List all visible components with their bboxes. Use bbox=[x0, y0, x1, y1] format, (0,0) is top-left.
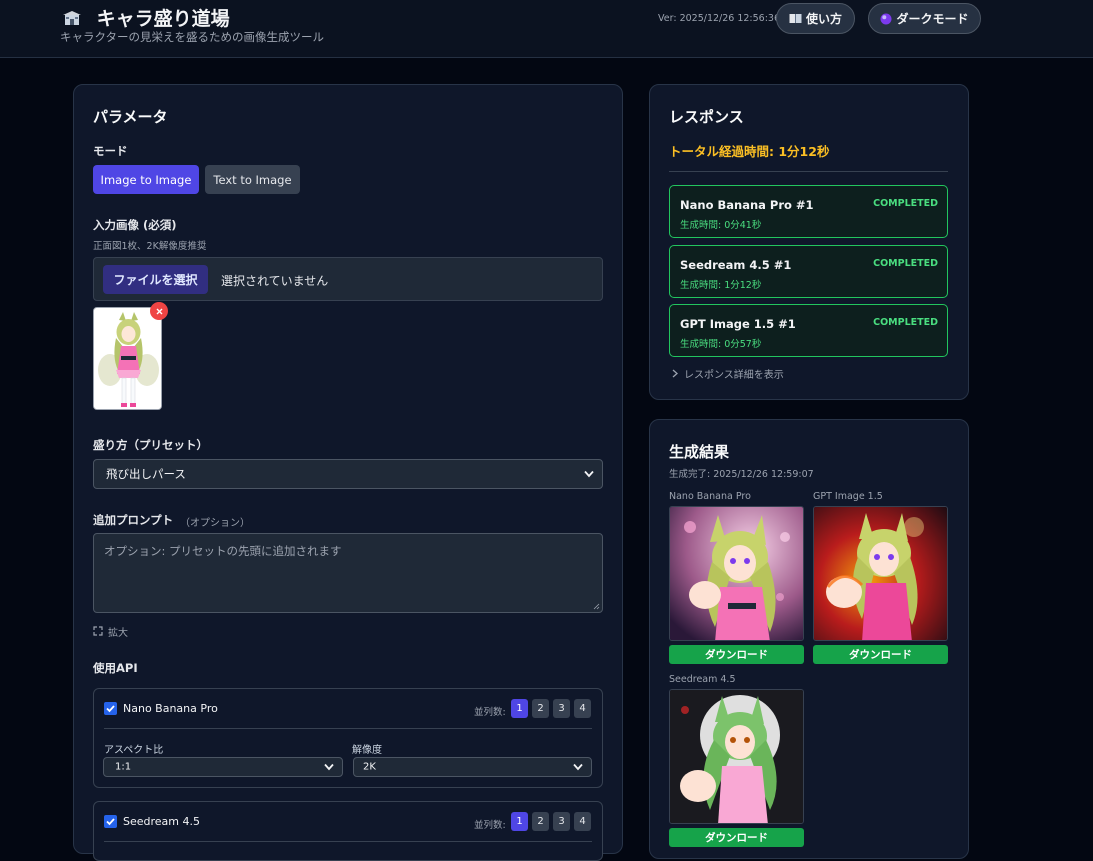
expand-label: 拡大 bbox=[108, 627, 128, 639]
preset-selected-value: 飛び出しパース bbox=[106, 467, 186, 481]
api-checkbox-seedream[interactable] bbox=[104, 815, 117, 828]
api-card-seedream: Seedream 4.5 並列数: 1 2 3 4 bbox=[93, 801, 603, 861]
response-item-name: Seedream 4.5 #1 bbox=[680, 258, 792, 272]
status-badge: COMPLETED bbox=[873, 258, 938, 269]
parallel-option-4[interactable]: 4 bbox=[574, 699, 591, 718]
input-image-thumbnail bbox=[93, 307, 162, 410]
api-checkbox-nano-banana[interactable] bbox=[104, 702, 117, 715]
character-thumbnail-image bbox=[94, 308, 161, 409]
api-name: Seedream 4.5 bbox=[123, 815, 200, 828]
input-image-hint: 正面図1枚、2K解像度推奨 bbox=[93, 241, 207, 252]
api-label: 使用API bbox=[93, 661, 138, 675]
response-item-time: 生成時間: 1分12秒 bbox=[680, 280, 762, 291]
response-item: Nano Banana Pro #1 COMPLETED 生成時間: 0分41秒 bbox=[669, 185, 948, 238]
result-image-gpt-image[interactable] bbox=[813, 506, 948, 641]
parallel-label: 並列数: bbox=[474, 707, 506, 718]
response-item-name: GPT Image 1.5 #1 bbox=[680, 317, 796, 331]
aspect-value: 1:1 bbox=[115, 761, 132, 773]
results-heading: 生成結果 bbox=[669, 443, 730, 461]
divider bbox=[104, 728, 592, 729]
checkmark-icon bbox=[106, 818, 115, 826]
generated-image bbox=[670, 690, 803, 823]
input-image-label: 入力画像 (必須) bbox=[93, 218, 177, 232]
dark-mode-button[interactable]: ダークモード bbox=[868, 3, 981, 34]
close-icon bbox=[156, 308, 162, 314]
version-text: Ver: 2025/12/26 12:56:36 bbox=[658, 13, 781, 24]
response-item-time: 生成時間: 0分41秒 bbox=[680, 220, 762, 231]
mode-label: モード bbox=[93, 144, 128, 158]
prompt-textarea[interactable]: オプション: プリセットの先頭に追加されます bbox=[93, 533, 603, 613]
parallel-option-1[interactable]: 1 bbox=[511, 699, 528, 718]
aspect-label: アスペクト比 bbox=[104, 745, 164, 756]
chevron-right-icon bbox=[672, 369, 678, 378]
parameters-heading: パラメータ bbox=[93, 108, 168, 126]
download-button[interactable]: ダウンロード bbox=[669, 828, 804, 847]
preset-select[interactable]: 飛び出しパース bbox=[93, 459, 603, 489]
response-details-label: レスポンス詳細を表示 bbox=[684, 370, 784, 381]
parallel-option-4[interactable]: 4 bbox=[574, 812, 591, 831]
book-icon bbox=[789, 14, 802, 23]
resolution-select[interactable]: 2K bbox=[353, 757, 592, 777]
resolution-label: 解像度 bbox=[352, 745, 382, 756]
parallel-option-2[interactable]: 2 bbox=[532, 812, 549, 831]
choose-file-button[interactable]: ファイルを選択 bbox=[103, 265, 208, 294]
api-name: Nano Banana Pro bbox=[123, 702, 218, 715]
response-item-time: 生成時間: 0分57秒 bbox=[680, 339, 762, 350]
response-heading: レスポンス bbox=[669, 108, 744, 126]
status-badge: COMPLETED bbox=[873, 198, 938, 209]
chevron-down-icon bbox=[584, 470, 594, 478]
parallel-option-3[interactable]: 3 bbox=[553, 812, 570, 831]
parallel-option-1[interactable]: 1 bbox=[511, 812, 528, 831]
result-image-nano-banana[interactable] bbox=[669, 506, 804, 641]
aspect-select[interactable]: 1:1 bbox=[103, 757, 343, 777]
dojo-building-icon bbox=[63, 11, 81, 25]
mode-text-to-image-button[interactable]: Text to Image bbox=[205, 165, 300, 194]
api-card-nano-banana: Nano Banana Pro 並列数: 1 2 3 4 アスペクト比 1:1 … bbox=[93, 688, 603, 788]
divider bbox=[669, 171, 948, 172]
prompt-label: 追加プロンプト bbox=[93, 513, 174, 527]
file-status: 選択されていません bbox=[221, 274, 329, 288]
generated-image bbox=[814, 507, 947, 640]
file-input[interactable]: ファイルを選択 選択されていません bbox=[93, 257, 603, 301]
download-button[interactable]: ダウンロード bbox=[813, 645, 948, 664]
chevron-down-icon bbox=[573, 763, 583, 771]
parallel-option-3[interactable]: 3 bbox=[553, 699, 570, 718]
app-title-wrap: キャラ盛り道場 bbox=[62, 4, 230, 31]
response-details-toggle[interactable]: レスポンス詳細を表示 bbox=[672, 367, 784, 381]
response-item: Seedream 4.5 #1 COMPLETED 生成時間: 1分12秒 bbox=[669, 245, 948, 298]
generated-image bbox=[670, 507, 803, 640]
app-subtitle: キャラクターの見栄えを盛るための画像生成ツール bbox=[60, 30, 325, 44]
mode-image-to-image-button[interactable]: Image to Image bbox=[93, 165, 199, 194]
response-item-name: Nano Banana Pro #1 bbox=[680, 198, 814, 212]
result-label: GPT Image 1.5 bbox=[813, 491, 883, 502]
download-button[interactable]: ダウンロード bbox=[669, 645, 804, 664]
expand-button[interactable]: 拡大 bbox=[93, 624, 128, 639]
result-label: Nano Banana Pro bbox=[669, 491, 751, 502]
results-completed-at: 生成完了: 2025/12/26 12:59:07 bbox=[669, 469, 814, 480]
total-time: トータル経過時間: 1分12秒 bbox=[669, 144, 830, 159]
preset-label: 盛り方（プリセット） bbox=[93, 438, 208, 452]
response-item: GPT Image 1.5 #1 COMPLETED 生成時間: 0分57秒 bbox=[669, 304, 948, 357]
chevron-down-icon bbox=[324, 763, 334, 771]
app-title: キャラ盛り道場 bbox=[96, 8, 230, 30]
dark-mode-label: ダークモード bbox=[896, 12, 969, 26]
resolution-value: 2K bbox=[363, 761, 376, 773]
prompt-placeholder: オプション: プリセットの先頭に追加されます bbox=[104, 544, 342, 558]
help-button[interactable]: 使い方 bbox=[776, 3, 855, 34]
checkmark-icon bbox=[106, 705, 115, 713]
expand-arrows-icon bbox=[93, 626, 103, 636]
remove-image-button[interactable] bbox=[150, 302, 168, 320]
help-button-label: 使い方 bbox=[805, 12, 842, 26]
top-bar: キャラ盛り道場 キャラクターの見栄えを盛るための画像生成ツール Ver: 202… bbox=[0, 0, 1093, 58]
status-badge: COMPLETED bbox=[873, 317, 938, 328]
parallel-option-2[interactable]: 2 bbox=[532, 699, 549, 718]
moon-orb-icon bbox=[880, 13, 892, 24]
prompt-optional-tag: （オプション） bbox=[180, 518, 250, 529]
result-image-seedream[interactable] bbox=[669, 689, 804, 824]
resize-handle-icon[interactable] bbox=[593, 603, 600, 610]
result-label: Seedream 4.5 bbox=[669, 674, 736, 685]
parallel-label: 並列数: bbox=[474, 820, 506, 831]
